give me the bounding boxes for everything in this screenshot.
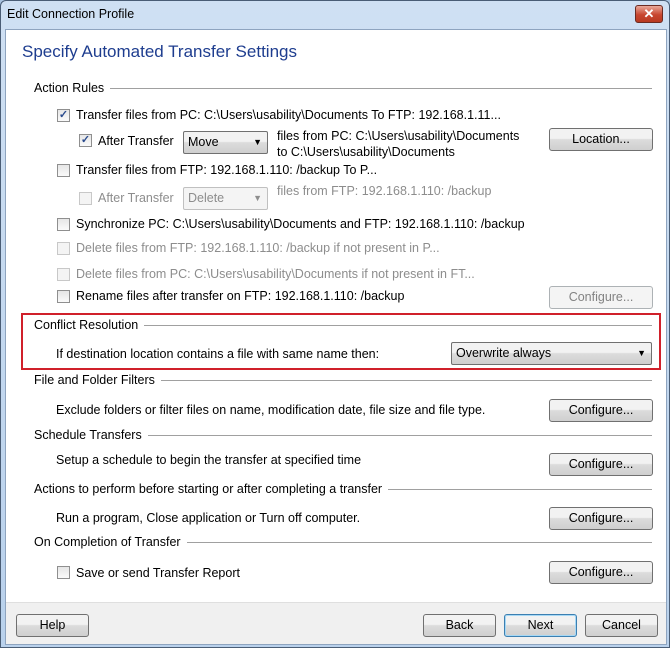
conflict-label: If destination location contains a file … — [56, 347, 380, 361]
divider — [388, 488, 652, 490]
after-transfer-desc: files from PC: C:\Users\usability\Docume… — [277, 129, 520, 143]
filters-configure-button[interactable]: Configure... — [549, 399, 653, 422]
dialog-window: Edit Connection Profile ✕ Specify Automa… — [0, 0, 670, 648]
dialog-footer: Help Back Next Cancel — [6, 602, 666, 644]
window-title: Edit Connection Profile — [7, 7, 135, 21]
rename-label: Rename files after transfer on FTP: 192.… — [76, 289, 405, 303]
synchronize-label: Synchronize PC: C:\Users\usability\Docum… — [76, 217, 525, 231]
schedule-desc: Setup a schedule to begin the transfer a… — [56, 453, 362, 467]
delete-ftp-checkbox[interactable] — [57, 242, 70, 255]
section-schedule-transfers: Schedule Transfers — [34, 428, 652, 442]
close-icon[interactable]: ✕ — [635, 5, 663, 23]
section-conflict-resolution: Conflict Resolution — [34, 318, 652, 332]
transfer-ftp-to-pc-checkbox[interactable] — [57, 164, 70, 177]
delete-pc-checkbox[interactable] — [57, 268, 70, 281]
dialog-content: Specify Automated Transfer Settings Acti… — [5, 29, 667, 645]
divider — [160, 379, 652, 381]
actions-desc: Run a program, Close application or Turn… — [56, 511, 361, 525]
actions-configure-button[interactable]: Configure... — [549, 507, 653, 530]
section-title: Action Rules — [34, 81, 105, 95]
divider — [186, 541, 652, 543]
section-title: Actions to perform before starting or af… — [34, 482, 383, 496]
delete-ftp-label: Delete files from FTP: 192.168.1.110: /b… — [76, 241, 440, 255]
filters-desc: Exclude folders or filter files on name,… — [56, 403, 486, 417]
after-transfer-desc-2: to C:\Users\usability\Documents — [277, 145, 455, 159]
section-title: Conflict Resolution — [34, 318, 139, 332]
conflict-action-select[interactable]: Overwrite always ▼ — [451, 342, 652, 365]
chevron-down-icon: ▼ — [637, 348, 646, 358]
delete-pc-label: Delete files from PC: C:\Users\usability… — [76, 267, 475, 281]
transfer-pc-to-ftp-label: Transfer files from PC: C:\Users\usabili… — [76, 108, 501, 122]
select-value: Delete — [188, 191, 225, 205]
chevron-down-icon: ▼ — [253, 137, 262, 147]
divider — [147, 434, 652, 436]
section-title: Schedule Transfers — [34, 428, 142, 442]
schedule-configure-button[interactable]: Configure... — [549, 453, 653, 476]
section-actions: Actions to perform before starting or af… — [34, 482, 652, 496]
after-transfer-2-checkbox[interactable] — [79, 192, 92, 205]
save-report-label: Save or send Transfer Report — [76, 566, 240, 580]
back-button[interactable]: Back — [423, 614, 496, 637]
section-title: On Completion of Transfer — [34, 535, 181, 549]
page-title: Specify Automated Transfer Settings — [22, 42, 297, 61]
save-report-checkbox[interactable] — [57, 566, 70, 579]
after-transfer-2-select[interactable]: Delete ▼ — [183, 187, 268, 210]
chevron-down-icon: ▼ — [253, 193, 262, 203]
divider — [144, 324, 652, 326]
help-button[interactable]: Help — [16, 614, 89, 637]
completion-configure-button[interactable]: Configure... — [549, 561, 653, 584]
cancel-button[interactable]: Cancel — [585, 614, 658, 637]
section-action-rules: Action Rules — [34, 81, 652, 95]
rename-checkbox[interactable] — [57, 290, 70, 303]
section-title: File and Folder Filters — [34, 373, 155, 387]
after-transfer-2-label: After Transfer — [98, 191, 174, 205]
select-value: Overwrite always — [456, 346, 552, 360]
select-value: Move — [188, 135, 219, 149]
after-transfer-label: After Transfer — [98, 134, 174, 148]
after-transfer-action-select[interactable]: Move ▼ — [183, 131, 268, 154]
location-button[interactable]: Location... — [549, 128, 653, 151]
next-button[interactable]: Next — [504, 614, 577, 637]
transfer-pc-to-ftp-checkbox[interactable]: ✓ — [57, 109, 70, 122]
section-on-completion: On Completion of Transfer — [34, 535, 652, 549]
divider — [110, 87, 652, 89]
section-file-folder-filters: File and Folder Filters — [34, 373, 652, 387]
rename-configure-button[interactable]: Configure... — [549, 286, 653, 309]
transfer-ftp-to-pc-label: Transfer files from FTP: 192.168.1.110: … — [76, 163, 378, 177]
synchronize-checkbox[interactable] — [57, 218, 70, 231]
after-transfer-checkbox[interactable]: ✓ — [79, 134, 92, 147]
after-transfer-2-desc: files from FTP: 192.168.1.110: /backup — [277, 184, 492, 198]
